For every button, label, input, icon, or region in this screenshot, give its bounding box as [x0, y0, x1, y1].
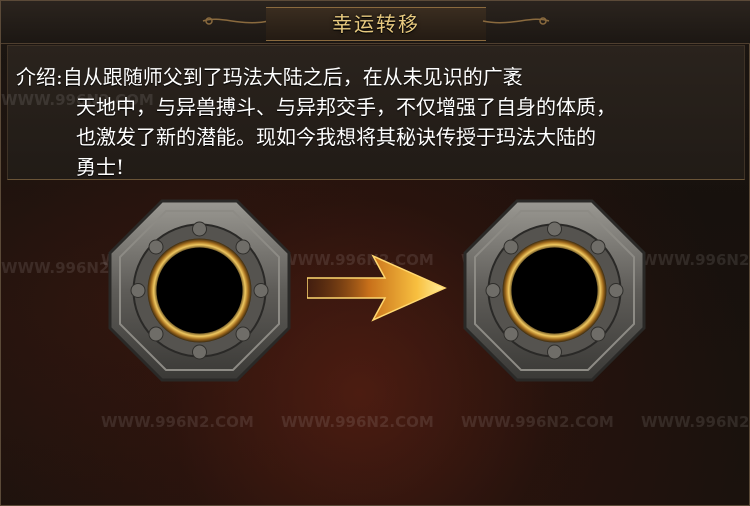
title-bar: 幸运转移: [1, 1, 750, 44]
intro-text: 介绍:自从跟随师父到了玛法大陆之后，在从未见识的广袤 天地中，与异兽搏斗、与异邦…: [16, 65, 616, 179]
watermark: WWW.996N2.COM: [101, 413, 254, 431]
watermark: WWW.996N2.COM: [641, 413, 750, 431]
source-item-slot[interactable]: [108, 199, 291, 382]
target-item-slot[interactable]: [463, 199, 646, 382]
title-plate: 幸运转移: [266, 7, 486, 41]
watermark: WWW.996N2.COM: [461, 413, 614, 431]
watermark: WWW.996N2.COM: [281, 413, 434, 431]
dialog-title: 幸运转移: [332, 12, 420, 36]
intro-box: 介绍:自从跟随师父到了玛法大陆之后，在从未见识的广袤 天地中，与异兽搏斗、与异邦…: [7, 45, 745, 180]
transfer-arrow-icon: [307, 254, 447, 322]
title-ornament-left-icon: [202, 17, 270, 25]
watermark: WWW.996N2.COM: [1, 91, 154, 109]
title-ornament-right-icon: [482, 17, 550, 25]
luck-transfer-panel: 幸运转移 介绍:自从跟随师父到了玛法大陆之后，在从未见识的广袤 天地中，与异兽搏…: [0, 0, 750, 506]
watermark: WWW.996N2.COM: [641, 251, 750, 269]
